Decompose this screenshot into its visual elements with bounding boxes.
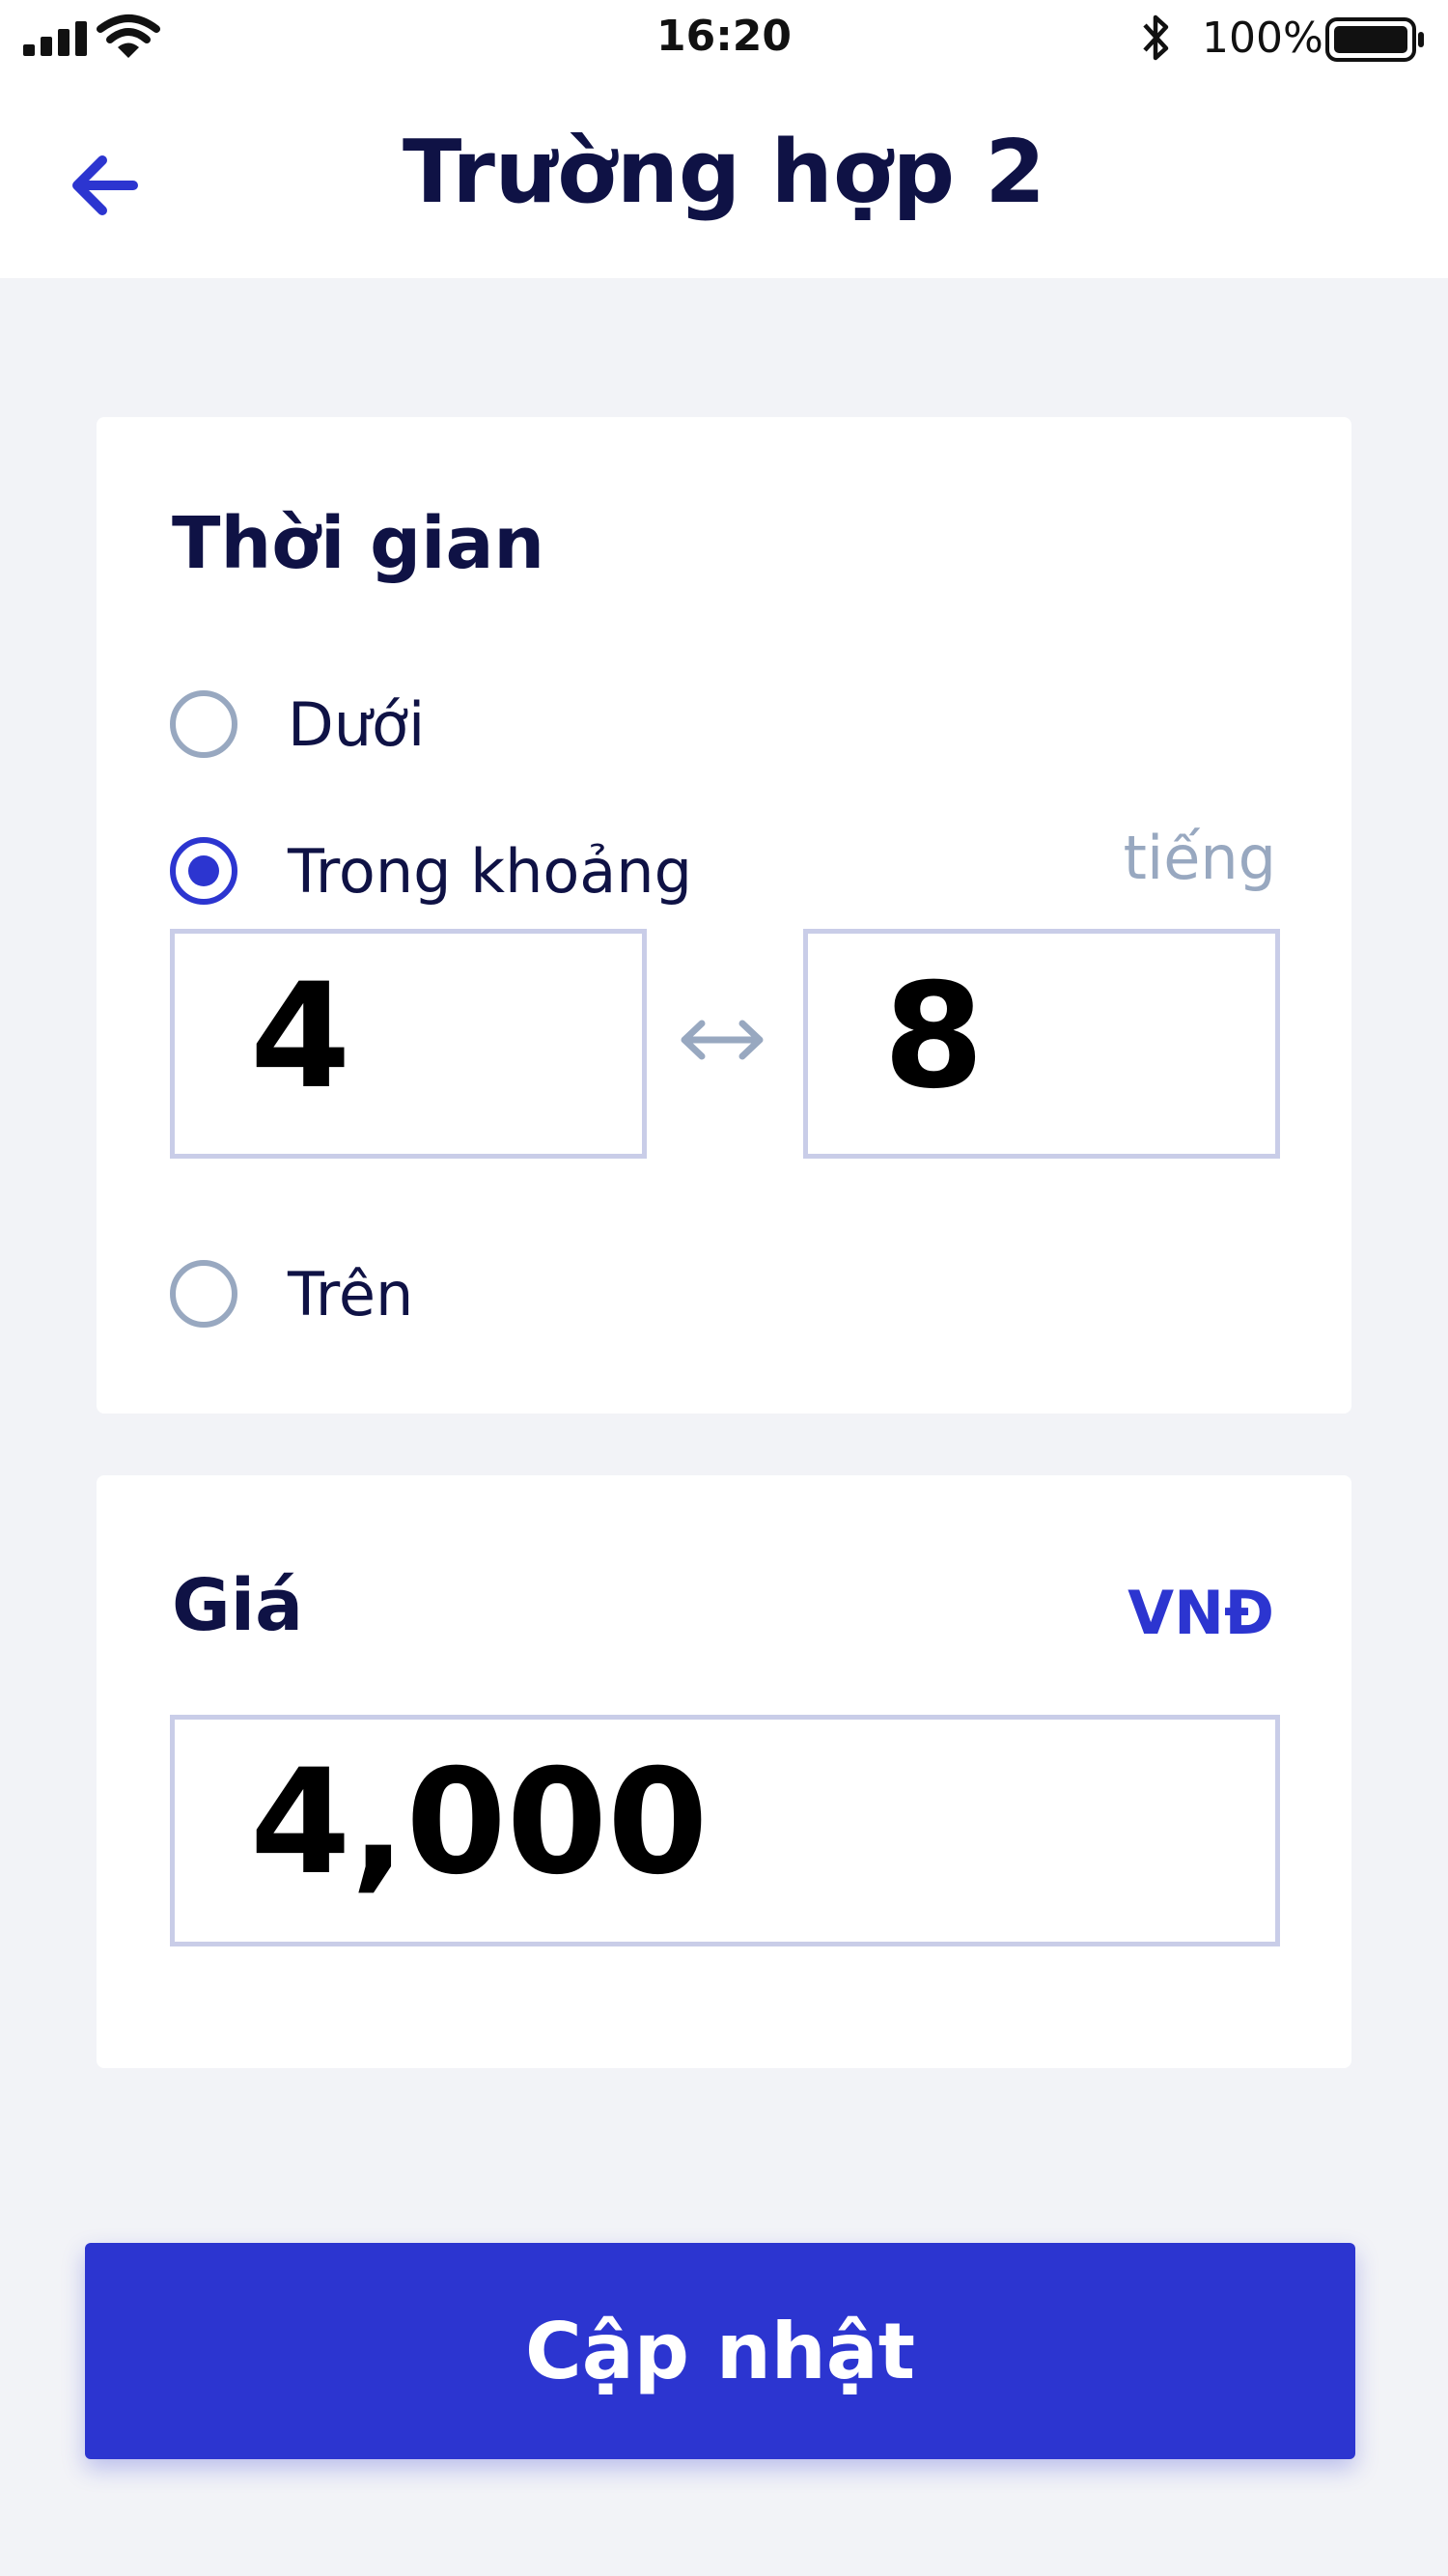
option-above-label: Trên <box>288 1258 414 1330</box>
price-card: Giá VNĐ 4,000 <box>97 1475 1351 2068</box>
range-to-input[interactable]: 8 <box>803 929 1280 1159</box>
radio-above[interactable] <box>170 1260 237 1328</box>
update-button[interactable]: Cập nhật <box>85 2243 1355 2459</box>
page-title: Trường hợp 2 <box>403 122 1045 223</box>
nav-bar: Trường hợp 2 <box>0 77 1448 278</box>
status-bar: 16:20 100% <box>0 0 1448 77</box>
currency-unit: VNĐ <box>1128 1578 1274 1648</box>
price-value: 4,000 <box>250 1739 709 1907</box>
unit-hours: tiếng <box>1123 823 1276 893</box>
range-from-input[interactable]: 4 <box>170 929 647 1159</box>
radio-range[interactable] <box>170 837 237 905</box>
option-above[interactable]: Trên <box>170 1253 413 1334</box>
price-input[interactable]: 4,000 <box>170 1715 1280 1946</box>
time-card: Thời gian Dưới Trong khoảng tiếng 4 8 Tr… <box>97 417 1351 1414</box>
battery-percent: 100% <box>1202 14 1323 63</box>
option-below[interactable]: Dưới <box>170 684 425 765</box>
range-from-value: 4 <box>250 953 351 1121</box>
option-range[interactable]: Trong khoảng <box>170 830 692 911</box>
option-range-label: Trong khoảng <box>288 835 692 907</box>
time-section-title: Thời gian <box>172 502 545 585</box>
price-section-title: Giá <box>172 1564 304 1647</box>
double-arrow-icon <box>681 1020 764 1060</box>
battery-icon <box>1325 17 1424 62</box>
range-to-value: 8 <box>883 953 985 1121</box>
bluetooth-icon <box>1143 14 1169 61</box>
radio-below[interactable] <box>170 690 237 758</box>
option-below-label: Dưới <box>288 688 426 760</box>
